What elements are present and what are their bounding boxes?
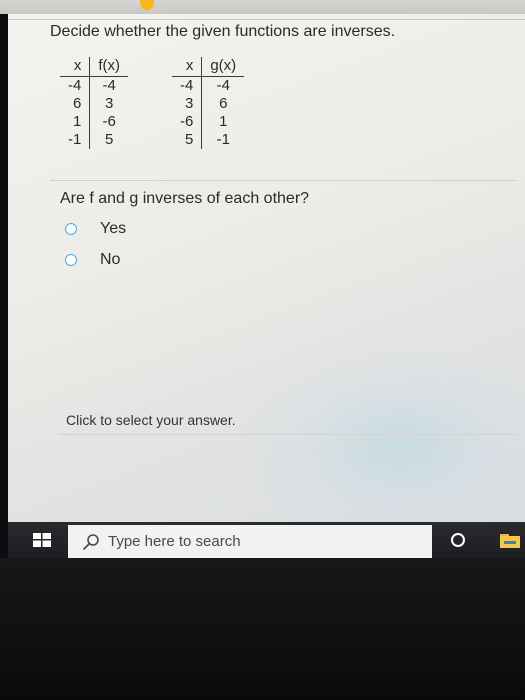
table-g-cell: -4 [172,76,203,95]
table-f-header-fx: f(x) [89,57,129,77]
table-row: 3 6 [172,95,244,113]
option-no[interactable]: No [65,251,120,269]
table-g-cell: -4 [216,77,230,94]
table-f-cell: -1 [60,131,91,149]
table-row: 6 3 [60,95,128,113]
table-g-cell: -1 [216,131,230,148]
table-f-cell: -6 [102,113,116,130]
table-f-cell: -4 [102,77,116,94]
divider [50,180,517,181]
power-light [140,0,154,10]
table-g-header-x: x [172,57,203,77]
taskbar-search-box[interactable]: Type here to search [68,525,432,558]
monitor-bezel [0,0,525,14]
cortana-icon[interactable] [451,533,465,547]
table-row: -4 -4 [60,76,128,95]
table-g-cell: -6 [172,113,203,131]
windows-start-icon[interactable] [33,533,51,547]
table-f-cell: 5 [105,131,114,148]
option-no-label[interactable]: No [100,251,120,269]
table-g-header-gx: g(x) [201,57,245,77]
table-f-cell: 6 [60,95,91,113]
file-explorer-icon[interactable] [500,533,520,548]
option-yes[interactable]: Yes [65,220,126,238]
desk-background [0,558,525,700]
screen-glare [238,344,525,522]
radio-button-yes[interactable] [65,223,77,235]
divider [58,434,517,435]
table-f-header-x: x [60,57,91,77]
divider [8,19,525,20]
search-icon [83,533,99,550]
table-g-cell: 5 [172,131,203,149]
table-g: x g(x) -4 -4 3 6 -6 1 5 -1 [172,57,245,149]
table-g-cell: 1 [219,113,228,130]
instruction-hint: Click to select your answer. [66,412,236,428]
table-row: 5 -1 [172,131,244,149]
table-g-cell: 3 [172,95,203,113]
table-f-cell: 1 [60,113,91,131]
option-yes-label[interactable]: Yes [100,220,126,238]
table-g-cell: 6 [219,95,228,112]
table-f-cell: -4 [60,76,91,95]
table-f: x f(x) -4 -4 6 3 1 -6 -1 5 [60,57,129,149]
table-row: -4 -4 [172,76,244,95]
table-row: -1 5 [60,131,128,149]
radio-button-no[interactable] [65,254,77,266]
table-row: 1 -6 [60,113,128,131]
table-f-cell: 3 [105,95,114,112]
answer-prompt: Are f and g inverses of each other? [60,190,310,207]
table-row: -6 1 [172,113,244,131]
question-text: Decide whether the given functions are i… [50,23,396,40]
search-placeholder: Type here to search [108,533,241,550]
